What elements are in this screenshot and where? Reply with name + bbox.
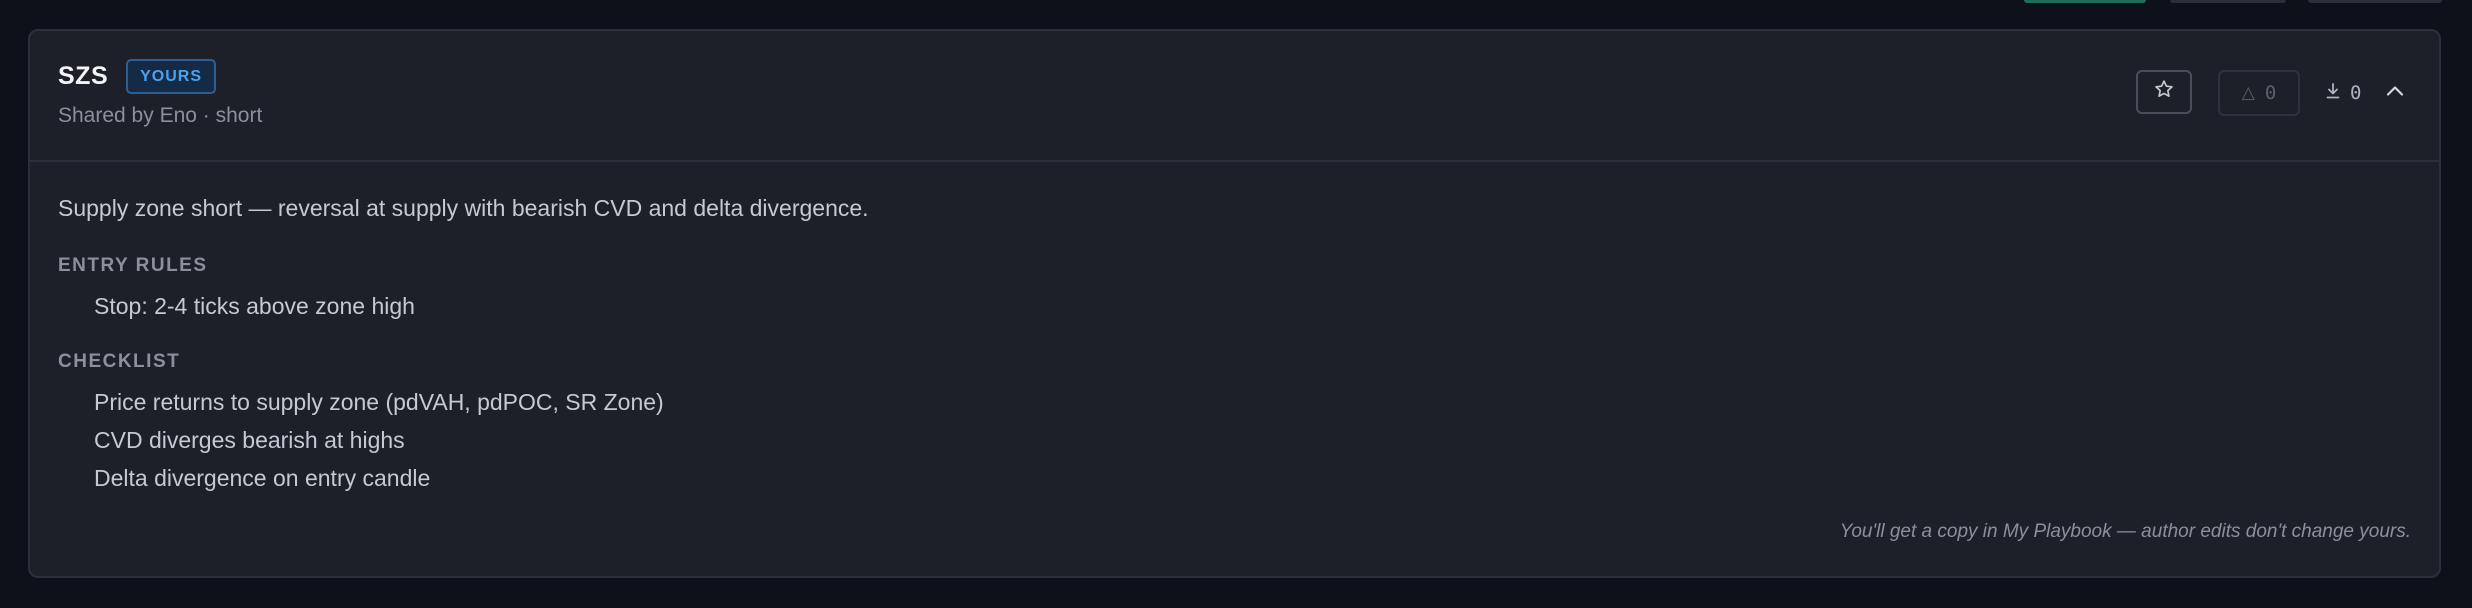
copy-note: You'll get a copy in My Playbook — autho… [1839,521,2411,542]
download-count: 0 [2350,82,2362,104]
strategy-description: Supply zone short — reversal at supply w… [58,195,869,221]
card-header[interactable]: SZS YOURS Shared by Eno · short △ 0 0 [30,31,2439,162]
entry-rule-item: Stop: 2-4 ticks above zone high [94,293,415,319]
card-controls: △ 0 0 [30,70,2439,118]
entry-rules-heading: ENTRY RULES [58,255,208,276]
download-button[interactable]: 0 [2326,70,2361,116]
favorite-button[interactable] [2136,70,2192,114]
playbook-card: SZS YOURS Shared by Eno · short △ 0 0 Su… [28,29,2441,578]
collapse-button[interactable] [2386,70,2404,116]
vote-button[interactable]: △ 0 [2218,70,2300,116]
checklist-item: CVD diverges bearish at highs [94,427,405,453]
download-icon [2326,82,2340,104]
checklist-item: Delta divergence on entry candle [94,465,431,491]
checklist-heading: CHECKLIST [58,351,181,372]
triangle-up-icon: △ [2241,83,2255,103]
top-action-button-partial[interactable] [2308,0,2442,3]
top-action-button-partial[interactable] [2170,0,2286,3]
chevron-up-icon [2386,84,2404,102]
top-action-button-partial[interactable] [2024,0,2146,3]
checklist-item: Price returns to supply zone (pdVAH, pdP… [94,389,664,415]
vote-count: 0 [2264,82,2277,104]
star-icon [2154,79,2174,105]
